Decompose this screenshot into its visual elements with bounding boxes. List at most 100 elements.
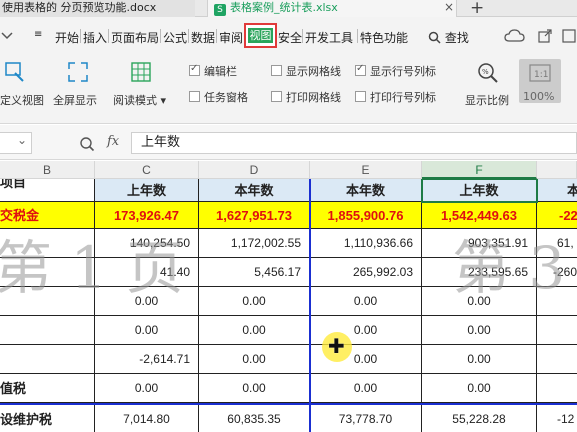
table-cell[interactable] <box>0 258 95 287</box>
fx-label[interactable]: fx <box>107 134 119 149</box>
fullscreen-icon[interactable] <box>67 61 89 83</box>
table-cell[interactable]: 7,014.80 <box>95 405 199 432</box>
checkbox-task-pane[interactable]: 任务窗格 <box>189 89 248 105</box>
menu-view[interactable]: 视图 <box>244 23 277 48</box>
table-cell[interactable]: 0.00 <box>199 374 310 403</box>
table-cell[interactable]: 1,110,936.66 <box>310 229 422 258</box>
menu-features[interactable]: 特色功能 <box>360 29 408 46</box>
column-header-b[interactable]: B <box>0 161 95 179</box>
tab-xlsx[interactable]: S 表格案例_统计表.xlsx <box>207 0 457 17</box>
table-cell[interactable]: 0.00 <box>310 374 422 403</box>
selected-cell[interactable] <box>421 179 538 203</box>
table-cell[interactable]: 0.00 <box>95 287 199 316</box>
table-cell[interactable]: -260 <box>537 258 577 287</box>
table-cell[interactable]: 0.00 <box>199 316 310 345</box>
table-cell[interactable]: 上年数 <box>95 179 199 202</box>
table-cell[interactable]: 本年数 <box>199 179 310 202</box>
column-header-d[interactable]: D <box>199 161 310 179</box>
table-cell[interactable]: 1,542,449.63 <box>422 202 537 229</box>
checkbox-formula-bar[interactable]: 编辑栏 <box>189 63 237 79</box>
table-cell[interactable] <box>0 287 95 316</box>
table-cell[interactable] <box>537 287 577 316</box>
table-cell[interactable]: 0.00 <box>95 374 199 403</box>
reading-mode-button[interactable]: 阅读模式 ▾ <box>113 92 166 108</box>
table-cell[interactable]: 本年数 <box>310 179 422 202</box>
dropdown-arrow-icon[interactable] <box>0 31 14 41</box>
table-cell[interactable]: 73,778.70 <box>310 405 422 432</box>
checkbox-show-headers[interactable]: 显示行号列标 <box>355 63 436 79</box>
table-cell[interactable]: 0.00 <box>95 316 199 345</box>
table-cell[interactable]: 0.00 <box>199 345 310 374</box>
table-cell[interactable]: 0.00 <box>310 287 422 316</box>
table-cell[interactable]: -227 <box>537 202 577 229</box>
table-cell[interactable]: 0.00 <box>422 374 537 403</box>
table-cell[interactable] <box>537 345 577 374</box>
fullscreen-button[interactable]: 全屏显示 <box>53 92 97 108</box>
table-cell[interactable]: 903,351.91 <box>422 229 537 258</box>
table-cell[interactable]: 0.00 <box>199 287 310 316</box>
zoom-100-button[interactable]: 1:1 100% <box>519 59 561 103</box>
search-button[interactable]: 查找 <box>428 29 469 46</box>
table-cell[interactable]: 233,595.65 <box>422 258 537 287</box>
table-cell[interactable] <box>0 345 95 374</box>
page-break-line[interactable] <box>309 179 311 432</box>
table-cell[interactable]: 140,254.50 <box>95 229 199 258</box>
table-cell[interactable]: 61, <box>537 229 577 258</box>
column-header-g[interactable] <box>537 161 577 179</box>
table-cell[interactable]: 项目 <box>0 179 95 202</box>
table-cell[interactable]: 0.00 <box>422 316 537 345</box>
column-header-e[interactable]: E <box>310 161 422 179</box>
menu-formula[interactable]: 公式 <box>163 29 187 46</box>
zoom-ratio-button[interactable]: 显示比例 <box>465 92 509 108</box>
table-cell[interactable]: 5,456.17 <box>199 258 310 287</box>
table-cell[interactable] <box>0 229 95 258</box>
table-cell[interactable]: 1,627,951.73 <box>199 202 310 229</box>
column-header-f[interactable]: F <box>422 161 537 179</box>
reading-mode-icon[interactable] <box>130 61 152 83</box>
close-tab-icon[interactable]: × <box>444 0 454 14</box>
share-icon[interactable] <box>538 29 552 43</box>
menu-arrow-icon[interactable]: ≡ <box>34 29 42 40</box>
menu-insert[interactable]: 插入 <box>83 29 107 46</box>
table-cell[interactable] <box>537 374 577 403</box>
table-cell[interactable]: 设维护税 <box>0 405 95 432</box>
zoom-100-label: 100% <box>523 90 555 103</box>
table-cell[interactable]: 0.00 <box>422 345 537 374</box>
table-cell[interactable]: 本 <box>537 179 577 202</box>
table-cell[interactable]: 0.00 <box>422 287 537 316</box>
menu-developer[interactable]: 开发工具 <box>305 29 353 46</box>
table-cell[interactable]: -12 <box>537 405 577 432</box>
checkbox-print-gridlines[interactable]: 打印网格线 <box>271 89 341 105</box>
table-cell[interactable]: 173,926.47 <box>95 202 199 229</box>
checkbox-print-headers[interactable]: 打印行号列标 <box>355 89 436 105</box>
table-cell[interactable]: -2,614.71 <box>95 345 199 374</box>
page-break-line[interactable] <box>0 403 577 405</box>
table-cell[interactable]: 值税 <box>0 374 95 403</box>
table-cell[interactable]: 55,228.28 <box>422 405 537 432</box>
formula-input[interactable]: 上年数 <box>131 132 577 154</box>
checkbox-show-gridlines[interactable]: 显示网格线 <box>271 63 341 79</box>
menu-security[interactable]: 安全 <box>278 29 302 46</box>
zoom-ratio-icon[interactable]: % <box>476 61 500 85</box>
cloud-icon[interactable] <box>504 29 526 43</box>
table-cell[interactable] <box>537 316 577 345</box>
table-cell[interactable]: 265,992.03 <box>310 258 422 287</box>
column-header-c[interactable]: C <box>95 161 199 179</box>
table-cell[interactable]: 60,835.35 <box>199 405 310 432</box>
table-cell[interactable]: 1,855,900.76 <box>310 202 422 229</box>
new-tab-icon[interactable]: + <box>470 0 484 18</box>
menu-review[interactable]: 审阅 <box>219 29 243 46</box>
table-cell[interactable]: 交税金 <box>0 202 95 229</box>
menu-home[interactable]: 开始 <box>55 29 79 46</box>
name-box[interactable] <box>0 132 32 154</box>
zoom-search-icon[interactable] <box>79 136 95 152</box>
table-cell[interactable]: 1,172,002.55 <box>199 229 310 258</box>
more-icon[interactable] <box>562 29 576 43</box>
menu-data[interactable]: 数据 <box>191 29 215 46</box>
table-cell[interactable]: 41.40 <box>95 258 199 287</box>
tab-docx[interactable]: 使用表格的 分页预览功能.docx <box>0 0 195 17</box>
table-cell[interactable] <box>0 316 95 345</box>
custom-view-icon[interactable] <box>4 61 26 83</box>
custom-view-button[interactable]: 定义视图 <box>0 92 44 108</box>
menu-page-layout[interactable]: 页面布局 <box>111 29 159 46</box>
